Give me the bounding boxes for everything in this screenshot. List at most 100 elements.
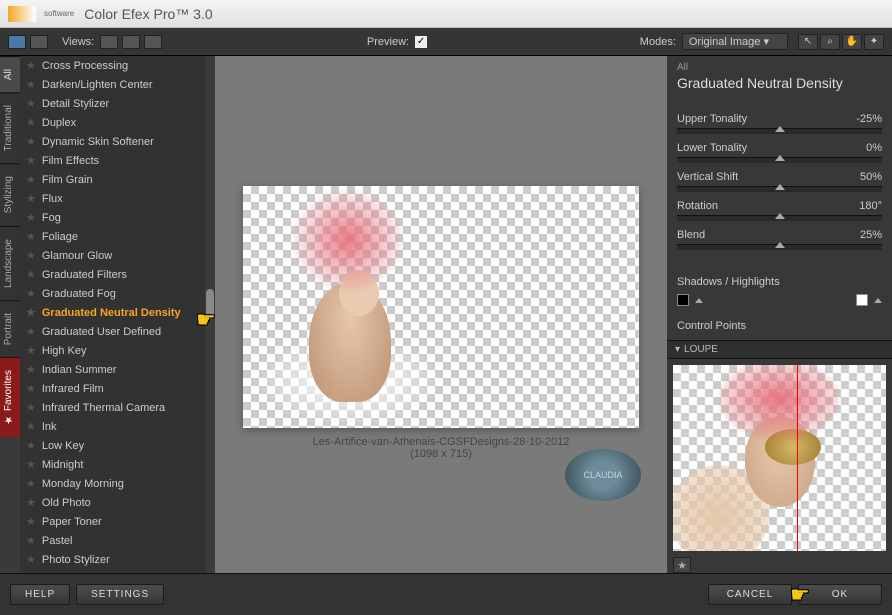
pan-tool-icon[interactable]: ✋	[842, 34, 862, 50]
nik-logo	[8, 6, 36, 22]
slider-thumb[interactable]	[775, 184, 785, 190]
slider-label: Lower Tonality	[677, 142, 747, 154]
filter-item[interactable]: ★Old Photo	[20, 493, 215, 512]
slider-thumb[interactable]	[775, 155, 785, 161]
star-icon[interactable]: ★	[26, 363, 36, 376]
star-icon[interactable]: ★	[26, 515, 36, 528]
ok-button[interactable]: OK	[798, 584, 882, 605]
star-icon[interactable]: ★	[26, 477, 36, 490]
slider-thumb[interactable]	[775, 213, 785, 219]
category-tab-portrait[interactable]: Portrait	[0, 300, 20, 357]
star-icon[interactable]: ★	[26, 211, 36, 224]
star-icon[interactable]: ★	[26, 401, 36, 414]
star-icon[interactable]: ★	[26, 230, 36, 243]
star-icon[interactable]: ★	[26, 173, 36, 186]
star-icon[interactable]: ★	[26, 116, 36, 129]
filter-item[interactable]: ★ Foliage	[20, 227, 215, 246]
filter-item[interactable]: ★Flux	[20, 189, 215, 208]
filter-item[interactable]: ★Graduated Fog	[20, 284, 215, 303]
category-tab-favorites[interactable]: ★ Favorites	[0, 357, 20, 437]
star-icon[interactable]: ★	[26, 192, 36, 205]
star-icon[interactable]: ★	[26, 534, 36, 547]
category-tab-stylizing[interactable]: Stylizing	[0, 163, 20, 225]
filter-scrollbar[interactable]	[205, 56, 215, 573]
slider-thumb[interactable]	[775, 126, 785, 132]
filter-item[interactable]: ★Indian Summer	[20, 360, 215, 379]
preview-checkbox[interactable]: ✓	[415, 36, 427, 48]
category-tab-traditional[interactable]: Traditional	[0, 92, 20, 163]
loupe-divider[interactable]	[797, 365, 798, 551]
loupe-view[interactable]	[673, 365, 886, 551]
filter-item[interactable]: ★Low Key	[20, 436, 215, 455]
zoom-tool-icon[interactable]: ⌕	[820, 34, 840, 50]
filter-item[interactable]: ★Cross Processing	[20, 56, 215, 75]
category-tab-all[interactable]: All	[0, 56, 20, 92]
filter-item[interactable]: ★Dynamic Skin Softener	[20, 132, 215, 151]
slider-track[interactable]	[677, 157, 882, 163]
highlights-checkbox[interactable]	[856, 294, 868, 306]
slider-thumb[interactable]	[775, 242, 785, 248]
filter-item[interactable]: ★Film Grain	[20, 170, 215, 189]
star-icon[interactable]: ★	[26, 382, 36, 395]
filter-item[interactable]: ★Glamour Glow	[20, 246, 215, 265]
view-split-icon[interactable]	[122, 35, 140, 49]
list-view-icon[interactable]	[30, 35, 48, 49]
category-tab-landscape[interactable]: Landscape	[0, 226, 20, 300]
favorite-star-button[interactable]: ★	[673, 557, 691, 573]
filter-item[interactable]: ★Graduated User Defined	[20, 322, 215, 341]
modes-select[interactable]: Original Image ▾	[682, 33, 788, 50]
star-icon[interactable]: ★	[26, 420, 36, 433]
star-icon[interactable]: ★	[26, 496, 36, 509]
star-icon[interactable]: ★	[26, 97, 36, 110]
view-side-icon[interactable]	[144, 35, 162, 49]
filter-item[interactable]: ★High Key	[20, 341, 215, 360]
scroll-thumb[interactable]	[206, 289, 214, 319]
filter-item[interactable]: ★Film Effects	[20, 151, 215, 170]
star-icon[interactable]: ★	[26, 78, 36, 91]
slider-track[interactable]	[677, 128, 882, 134]
slider-value: 0%	[866, 142, 882, 154]
slider-track[interactable]	[677, 244, 882, 250]
star-icon[interactable]: ★	[26, 249, 36, 262]
slider-track[interactable]	[677, 186, 882, 192]
star-icon[interactable]: ★	[26, 287, 36, 300]
loupe-header[interactable]: ▾ LOUPE	[667, 340, 892, 359]
pointer-tool-icon[interactable]: ↖	[798, 34, 818, 50]
slider-track[interactable]	[677, 215, 882, 221]
settings-button[interactable]: SETTINGS	[76, 584, 164, 605]
star-icon[interactable]: ★	[26, 553, 36, 566]
filter-item[interactable]: ★Infrared Thermal Camera	[20, 398, 215, 417]
star-icon[interactable]: ★	[26, 268, 36, 281]
star-icon[interactable]: ★	[26, 458, 36, 471]
shadows-highlights-control[interactable]	[677, 294, 882, 306]
filter-item[interactable]: ★Duplex	[20, 113, 215, 132]
filter-item[interactable]: ★Detail Stylizer	[20, 94, 215, 113]
star-icon[interactable]: ★	[26, 59, 36, 72]
star-icon[interactable]: ★	[26, 154, 36, 167]
filter-item[interactable]: ★Darken/Lighten Center	[20, 75, 215, 94]
filter-item[interactable]: ★Pastel	[20, 531, 215, 550]
star-icon[interactable]: ★	[26, 325, 36, 338]
filter-label: Graduated Neutral Density	[42, 307, 181, 319]
light-tool-icon[interactable]: ✦	[864, 34, 884, 50]
filter-item[interactable]: ★Paper Toner	[20, 512, 215, 531]
cancel-button[interactable]: CANCEL	[708, 584, 792, 605]
help-button[interactable]: HELP	[10, 584, 70, 605]
filter-item[interactable]: ★Infrared Film	[20, 379, 215, 398]
filter-item[interactable]: ★Midnight	[20, 455, 215, 474]
star-icon[interactable]: ★	[26, 344, 36, 357]
shadows-checkbox[interactable]	[677, 294, 689, 306]
filter-item[interactable]: ★Fog	[20, 208, 215, 227]
thumbnail-view-icon[interactable]	[8, 35, 26, 49]
filter-item[interactable]: ★Graduated Filters	[20, 265, 215, 284]
filter-item[interactable]: ★Monday Morning	[20, 474, 215, 493]
view-single-icon[interactable]	[100, 35, 118, 49]
filter-label: Foliage	[42, 231, 78, 243]
star-icon[interactable]: ★	[26, 439, 36, 452]
star-icon[interactable]: ★	[26, 135, 36, 148]
star-icon[interactable]: ★	[26, 306, 36, 319]
preview-image[interactable]	[243, 186, 639, 428]
filter-item[interactable]: ★ Graduated Neutral Density	[20, 303, 215, 322]
filter-item[interactable]: ★Ink	[20, 417, 215, 436]
filter-item[interactable]: ★Photo Stylizer	[20, 550, 215, 569]
